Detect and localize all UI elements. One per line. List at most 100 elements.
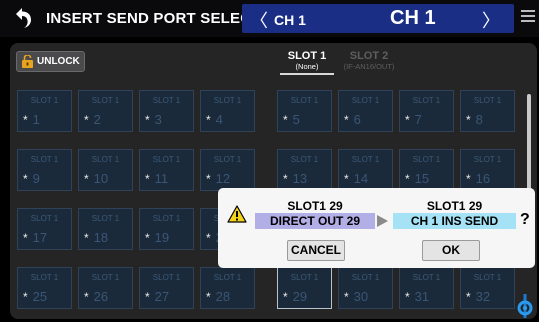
port-cell[interactable]: SLOT 1 * 6: [338, 90, 393, 132]
next-channel-button[interactable]: 〉: [482, 7, 500, 33]
port-number: * 14: [344, 171, 368, 186]
header-bar: INSERT SEND PORT SELECT 〈 CH 1 CH 1 〉: [0, 0, 539, 37]
port-cell[interactable]: SLOT 1 * 17: [17, 208, 72, 250]
port-number: * 11: [145, 171, 168, 186]
asterisk-marker: *: [466, 172, 471, 186]
port-number-value: 19: [154, 230, 170, 245]
asterisk-marker: *: [23, 231, 28, 245]
port-number: * 32: [466, 289, 490, 304]
cancel-button[interactable]: CANCEL: [287, 240, 345, 261]
asterisk-marker: *: [405, 113, 410, 127]
tab-sublabel: (None): [295, 62, 319, 71]
port-number-value: 32: [475, 289, 491, 304]
port-number-value: 15: [414, 171, 430, 186]
port-number: * 4: [206, 112, 223, 127]
unlock-label: UNLOCK: [37, 56, 80, 67]
port-number-value: 5: [292, 112, 300, 127]
port-number: * 19: [145, 230, 169, 245]
port-number-value: 29: [292, 289, 308, 304]
port-number: * 5: [283, 112, 300, 127]
asterisk-marker: *: [466, 113, 471, 127]
port-cell[interactable]: SLOT 1 * 27: [139, 267, 194, 309]
tab-slot-2[interactable]: SLOT 2 (IF-AN16/OUT): [338, 50, 400, 71]
port-cell[interactable]: SLOT 1 * 7: [399, 90, 454, 132]
asterisk-marker: *: [405, 172, 410, 186]
port-number-value: 9: [32, 171, 40, 186]
port-cell[interactable]: SLOT 1 * 28: [200, 267, 255, 309]
prev-channel-button[interactable]: 〈: [250, 7, 268, 33]
port-number: * 2: [84, 112, 101, 127]
port-cell[interactable]: SLOT 1 * 8: [460, 90, 515, 132]
port-number: * 28: [206, 289, 230, 304]
port-cell[interactable]: SLOT 1 * 31: [399, 267, 454, 309]
port-number: * 1: [23, 112, 40, 127]
port-cell[interactable]: SLOT 1 * 13: [277, 149, 332, 191]
port-number: * 10: [84, 171, 108, 186]
asterisk-marker: *: [344, 172, 349, 186]
port-number: * 18: [84, 230, 108, 245]
port-slot-label: SLOT 1: [91, 155, 120, 164]
arrow-right-icon: [377, 215, 388, 227]
port-cell[interactable]: SLOT 1 * 1: [17, 90, 72, 132]
asterisk-marker: *: [145, 172, 150, 186]
port-slot-label: SLOT 1: [290, 96, 319, 105]
port-slot-label: SLOT 1: [91, 96, 120, 105]
port-slot-label: SLOT 1: [351, 273, 380, 282]
port-cell[interactable]: SLOT 1 * 29: [277, 267, 332, 309]
port-slot-label: SLOT 1: [290, 273, 319, 282]
port-cell[interactable]: SLOT 1 * 14: [338, 149, 393, 191]
port-number-value: 28: [215, 289, 231, 304]
port-number-value: 1: [32, 112, 40, 127]
port-cell[interactable]: SLOT 1 * 18: [78, 208, 133, 250]
port-slot-label: SLOT 1: [290, 155, 319, 164]
port-cell[interactable]: SLOT 1 * 32: [460, 267, 515, 309]
menu-icon[interactable]: [521, 10, 535, 24]
port-cell[interactable]: SLOT 1 * 19: [139, 208, 194, 250]
asterisk-marker: *: [206, 231, 211, 245]
port-number-value: 12: [215, 171, 231, 186]
asterisk-marker: *: [344, 113, 349, 127]
port-cell[interactable]: SLOT 1 * 16: [460, 149, 515, 191]
tab-sublabel: (IF-AN16/OUT): [343, 62, 395, 71]
port-cell[interactable]: SLOT 1 * 2: [78, 90, 133, 132]
port-number: * 31: [405, 289, 429, 304]
port-slot-label: SLOT 1: [152, 155, 181, 164]
back-arrow-icon[interactable]: [12, 6, 34, 30]
tab-slot-1[interactable]: SLOT 1 (None): [280, 50, 334, 75]
source-port-value: DIRECT OUT 29: [255, 213, 375, 229]
port-cell[interactable]: SLOT 1 * 25: [17, 267, 72, 309]
unlock-button[interactable]: UNLOCK: [16, 51, 85, 72]
port-cell[interactable]: SLOT 1 * 12: [200, 149, 255, 191]
port-number: * 25: [23, 289, 47, 304]
port-cell[interactable]: SLOT 1 * 3: [139, 90, 194, 132]
port-slot-label: SLOT 1: [30, 155, 59, 164]
port-number-value: 7: [414, 112, 422, 127]
channel-name: CH 1: [390, 7, 436, 29]
asterisk-marker: *: [23, 290, 28, 304]
port-cell[interactable]: SLOT 1 * 5: [277, 90, 332, 132]
port-cell[interactable]: SLOT 1 * 4: [200, 90, 255, 132]
port-cell[interactable]: SLOT 1 * 9: [17, 149, 72, 191]
port-number-value: 26: [93, 289, 109, 304]
port-slot-label: SLOT 1: [412, 273, 441, 282]
ok-button[interactable]: OK: [422, 240, 480, 261]
port-cell[interactable]: SLOT 1 * 26: [78, 267, 133, 309]
asterisk-marker: *: [344, 290, 349, 304]
asterisk-marker: *: [84, 290, 89, 304]
port-number-value: 14: [353, 171, 369, 186]
port-number-value: 11: [154, 171, 169, 186]
channel-select-label[interactable]: CH 1: [274, 12, 306, 28]
port-cell[interactable]: SLOT 1 * 30: [338, 267, 393, 309]
port-slot-label: SLOT 1: [213, 155, 242, 164]
port-cell[interactable]: SLOT 1 * 11: [139, 149, 194, 191]
tab-label: SLOT 2: [349, 50, 389, 62]
port-slot-label: SLOT 1: [412, 155, 441, 164]
port-cell[interactable]: SLOT 1 * 15: [399, 149, 454, 191]
fader-status-icon[interactable]: [516, 293, 534, 319]
port-number-value: 13: [292, 171, 308, 186]
source-slot-label: SLOT1 29: [287, 199, 343, 213]
tab-label: SLOT 1: [287, 50, 327, 62]
port-number: * 17: [23, 230, 47, 245]
port-slot-label: SLOT 1: [213, 96, 242, 105]
port-cell[interactable]: SLOT 1 * 10: [78, 149, 133, 191]
